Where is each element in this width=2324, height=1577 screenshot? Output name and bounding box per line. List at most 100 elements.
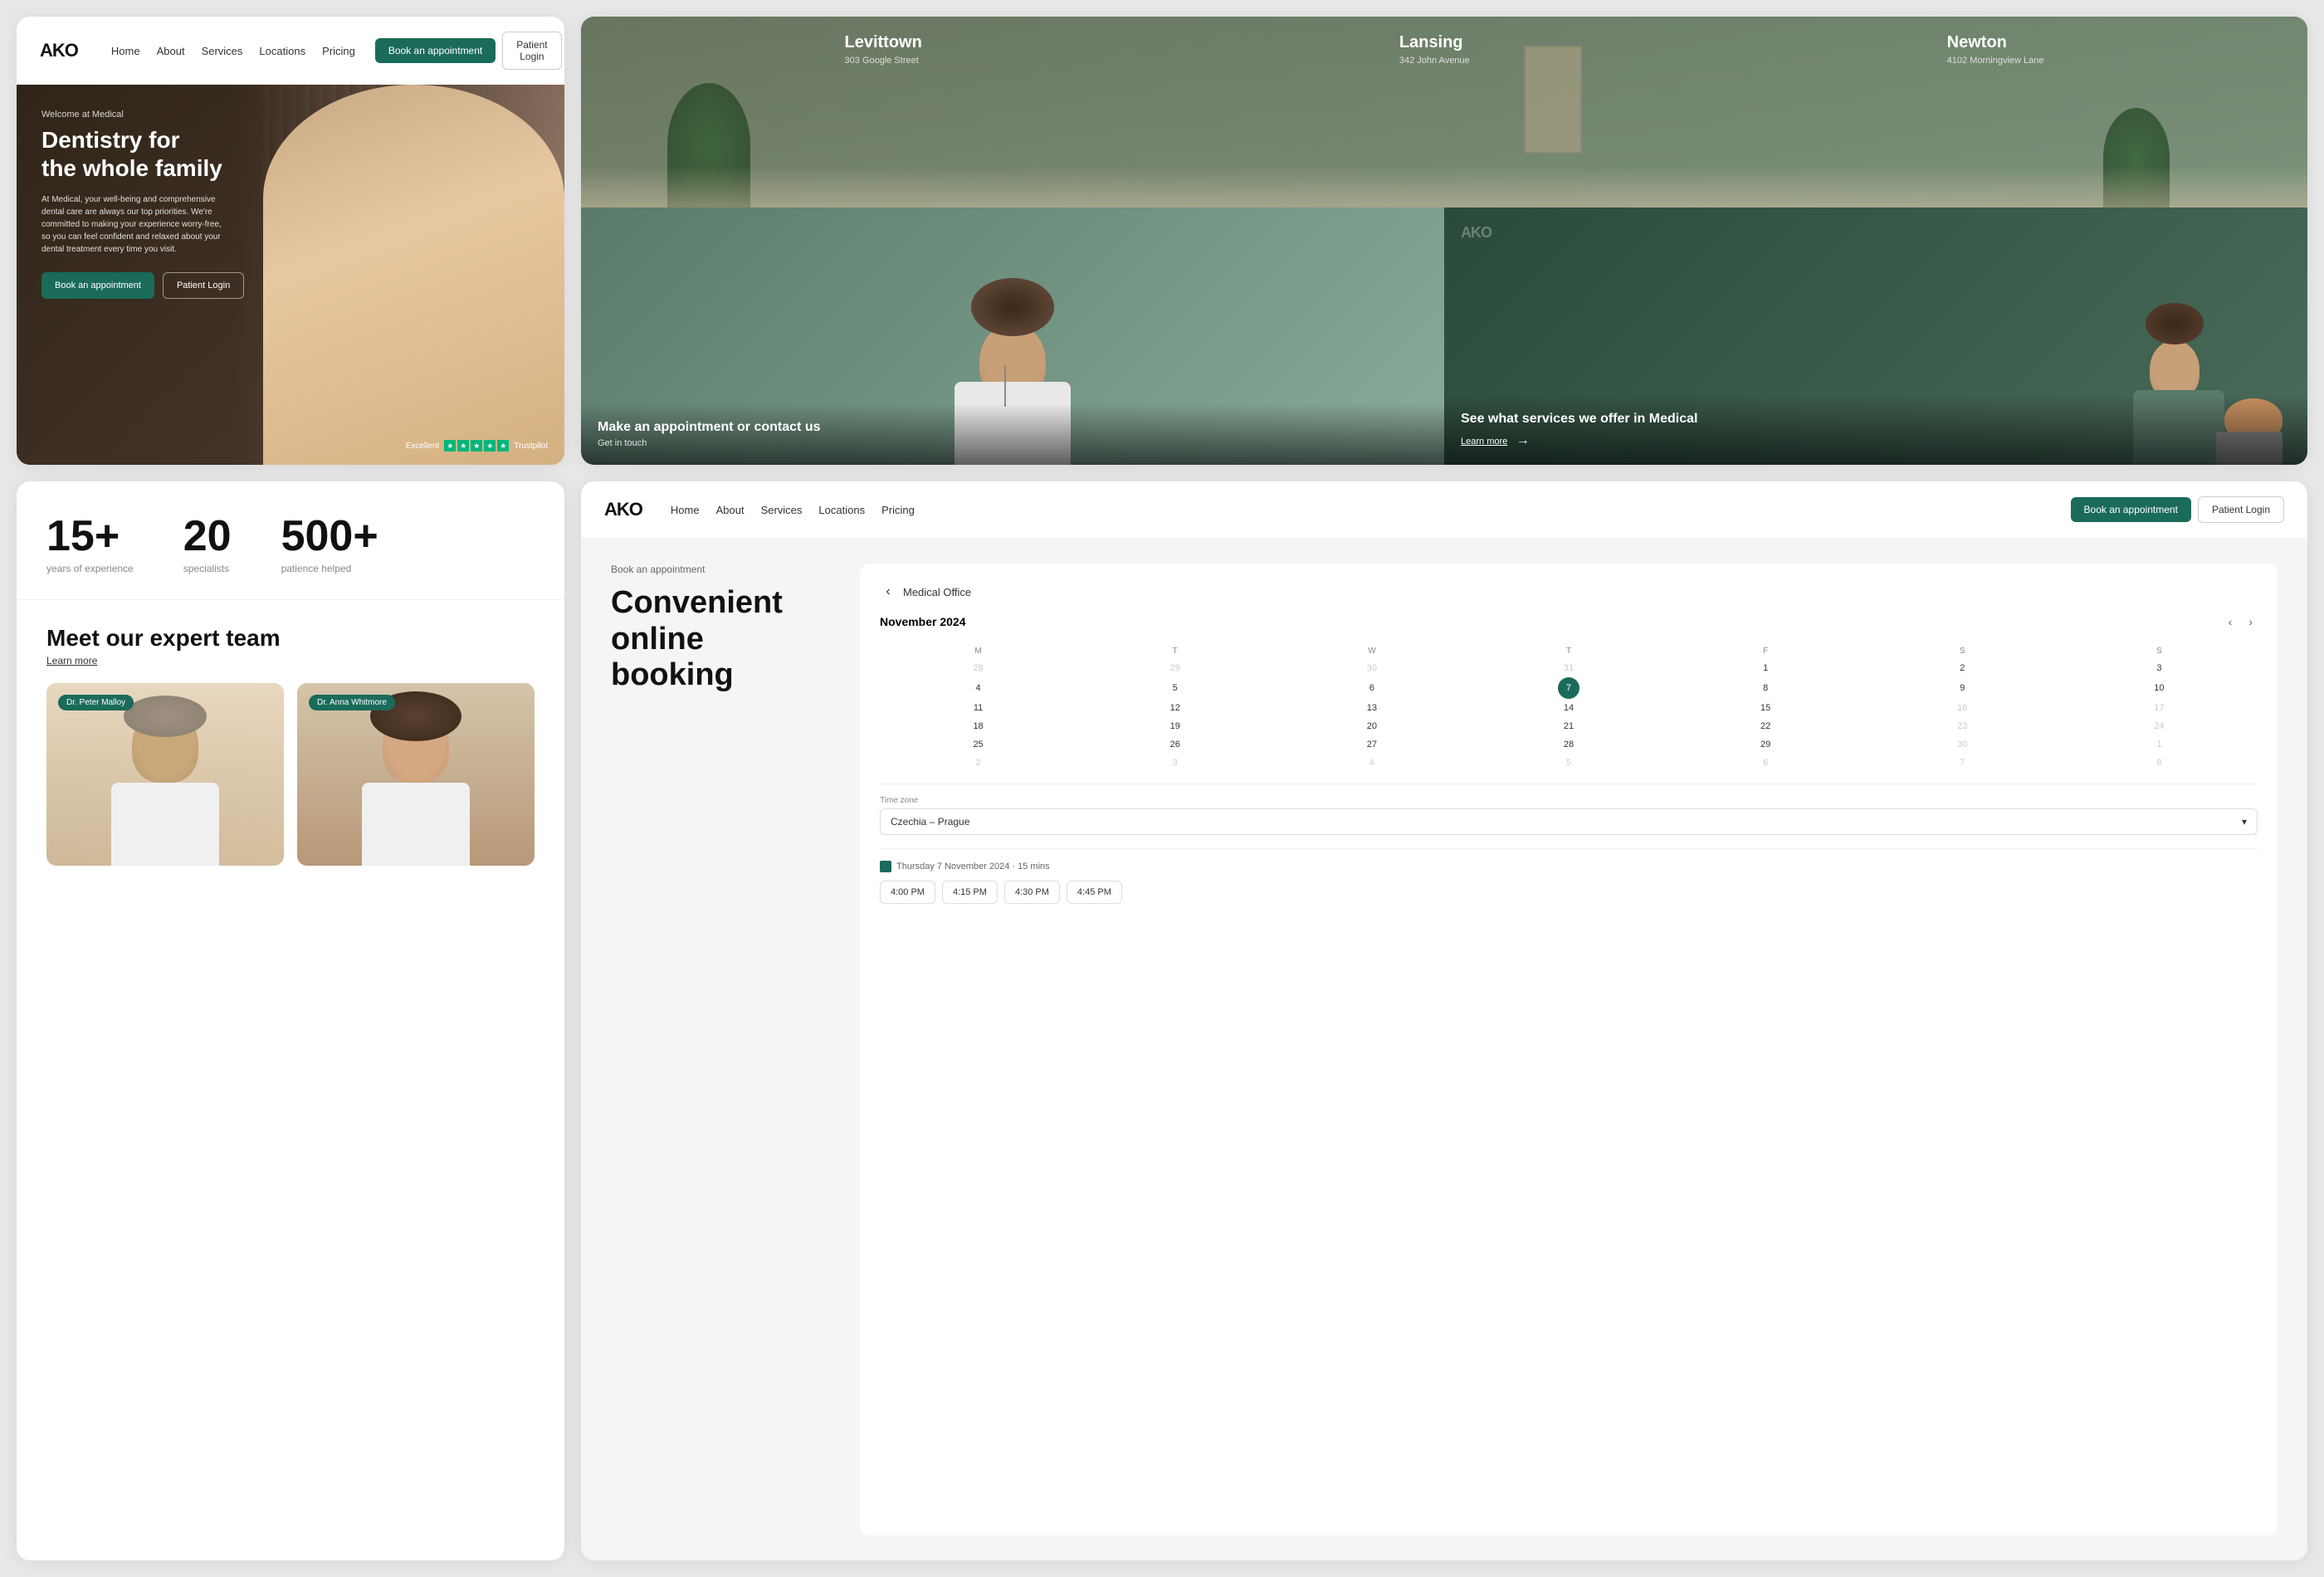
hero-book-button[interactable]: Book an appointment [42,272,154,299]
doctor-card-anna[interactable]: Dr. Anna Whitmore [297,683,535,866]
cal-cell-1-5[interactable]: 9 [1864,677,2061,699]
team-learn-more[interactable]: Learn more [46,655,535,666]
stat-experience: 15+ years of experience [46,515,134,574]
hero-title: Dentistry for the whole family [42,126,244,182]
cal-cell-0-4[interactable]: 1 [1667,659,1864,677]
cal-cell-2-1[interactable]: 12 [1077,699,1273,717]
back-arrow-icon[interactable]: ‹ [880,583,896,600]
calendar-small-icon [880,861,891,872]
timeslot-section: Thursday 7 November 2024 · 15 mins 4:00 … [880,848,2258,904]
nav-pricing[interactable]: Pricing [322,45,355,57]
timeslot-date-text: Thursday 7 November 2024 · 15 mins [896,862,1050,872]
nav-services[interactable]: Services [202,45,243,57]
timeslot-3[interactable]: 4:45 PM [1067,881,1122,904]
booking-nav-services[interactable]: Services [761,504,803,516]
nav-home[interactable]: Home [111,45,140,57]
timezone-value: Czechia – Prague [891,816,969,828]
panel-hero: AKO Home About Services Locations Pricin… [17,17,564,465]
cal-cell-1-3[interactable]: 7 [1470,677,1667,699]
cal-cell-0-1: 29 [1077,659,1273,677]
stat-specialists-label: specialists [183,563,232,574]
cal-cell-3-0[interactable]: 18 [880,717,1077,735]
booking-nav-book-button[interactable]: Book an appointment [2071,497,2191,522]
booking-nav: AKO Home About Services Locations Pricin… [581,481,2307,539]
nav-book-button[interactable]: Book an appointment [375,38,496,63]
loc-card-contact[interactable]: Make an appointment or contact us Get in… [581,208,1444,465]
timeslot-date: Thursday 7 November 2024 · 15 mins [880,861,2258,872]
cal-cell-3-1[interactable]: 19 [1077,717,1273,735]
cal-cell-0-3: 31 [1470,659,1667,677]
nav-links: Home About Services Locations Pricing [111,45,355,57]
star-3: ★ [471,440,482,452]
cal-cell-4-2[interactable]: 27 [1273,735,1470,754]
cal-cell-1-1[interactable]: 5 [1077,677,1273,699]
hero-text-block: Welcome at Medical Dentistry for the who… [42,110,244,299]
cal-cell-2-2[interactable]: 13 [1273,699,1470,717]
timeslot-1[interactable]: 4:15 PM [942,881,998,904]
cal-cell-4-3[interactable]: 28 [1470,735,1667,754]
cal-cell-4-5: 30 [1864,735,2061,754]
office-name: Medical Office [903,586,971,598]
booking-nav-pricing[interactable]: Pricing [881,504,915,516]
panel-locations: Levittown 303 Google Street Lansing 342 … [581,17,2307,465]
cal-cell-1-6[interactable]: 10 [2061,677,2258,699]
cal-header-s2: S [2061,643,2258,659]
cal-header-t1: T [1077,643,1273,659]
cal-cell-3-3[interactable]: 21 [1470,717,1667,735]
cal-cell-1-0[interactable]: 4 [880,677,1077,699]
cal-cell-1-2[interactable]: 6 [1273,677,1470,699]
cal-cell-3-2[interactable]: 20 [1273,717,1470,735]
cal-cell-2-4[interactable]: 15 [1667,699,1864,717]
booking-nav-about[interactable]: About [716,504,745,516]
cal-cell-5-1: 3 [1077,754,1273,772]
hero-people-illustration [263,85,564,465]
cal-header-w: W [1273,643,1470,659]
stat-specialists-number: 20 [183,515,232,558]
timezone-select[interactable]: Czechia – Prague ▾ [880,808,2258,835]
timeslot-2[interactable]: 4:30 PM [1004,881,1060,904]
booking-calendar-panel: ‹ Medical Office November 2024 ‹ › [860,564,2278,1536]
city-lansing-address: 342 John Avenue [1399,56,1470,66]
stat-experience-number: 15+ [46,515,134,558]
calendar-nav: ‹ › [2224,613,2258,630]
location-feature-cards: Make an appointment or contact us Get in… [581,208,2307,465]
star-2: ★ [457,440,469,452]
cal-cell-2-3[interactable]: 14 [1470,699,1667,717]
cal-cell-3-4[interactable]: 22 [1667,717,1864,735]
office-nav: ‹ Medical Office [880,583,2258,600]
cal-cell-4-1[interactable]: 26 [1077,735,1273,754]
nav-bar: AKO Home About Services Locations Pricin… [17,17,564,85]
doctor-anna-badge: Dr. Anna Whitmore [309,695,395,710]
timeslot-0[interactable]: 4:00 PM [880,881,935,904]
hero-buttons: Book an appointment Patient Login [42,272,244,299]
counter-illustration [581,166,2307,208]
city-newton-address: 4102 Morningview Lane [1947,56,2044,66]
cal-cell-0-5[interactable]: 2 [1864,659,2061,677]
nav-login-button[interactable]: Patient Login [502,32,561,70]
cal-cell-0-0: 28 [880,659,1077,677]
cal-cell-4-4[interactable]: 29 [1667,735,1864,754]
cal-cell-3-5: 23 [1864,717,2061,735]
cal-cell-0-2: 30 [1273,659,1470,677]
cal-cell-4-0[interactable]: 25 [880,735,1077,754]
city-newton-name: Newton [1947,33,2044,52]
booking-nav-home[interactable]: Home [671,504,700,516]
booking-nav-locations[interactable]: Locations [818,504,865,516]
loc-card-services-learn-more[interactable]: Learn more [1461,437,1507,447]
hero-login-button[interactable]: Patient Login [163,272,244,299]
cal-cell-0-6[interactable]: 3 [2061,659,2258,677]
calendar-next-button[interactable]: › [2243,613,2258,630]
calendar-prev-button[interactable]: ‹ [2224,613,2238,630]
chevron-down-icon: ▾ [2242,816,2247,828]
loc-card-services[interactable]: AKO See what services we offer in Medica… [1444,208,2307,465]
hero-welcome: Welcome at Medical [42,110,244,120]
loc-card-services-title: See what services we offer in Medical [1461,412,2291,427]
city-levittown: Levittown 303 Google Street [845,33,922,66]
nav-about[interactable]: About [157,45,185,57]
doctor-card-peter[interactable]: Dr. Peter Malloy [46,683,284,866]
booking-nav-login-button[interactable]: Patient Login [2198,496,2284,523]
nav-locations[interactable]: Locations [259,45,305,57]
cal-cell-1-4[interactable]: 8 [1667,677,1864,699]
cal-header-s1: S [1864,643,2061,659]
cal-cell-2-0[interactable]: 11 [880,699,1077,717]
